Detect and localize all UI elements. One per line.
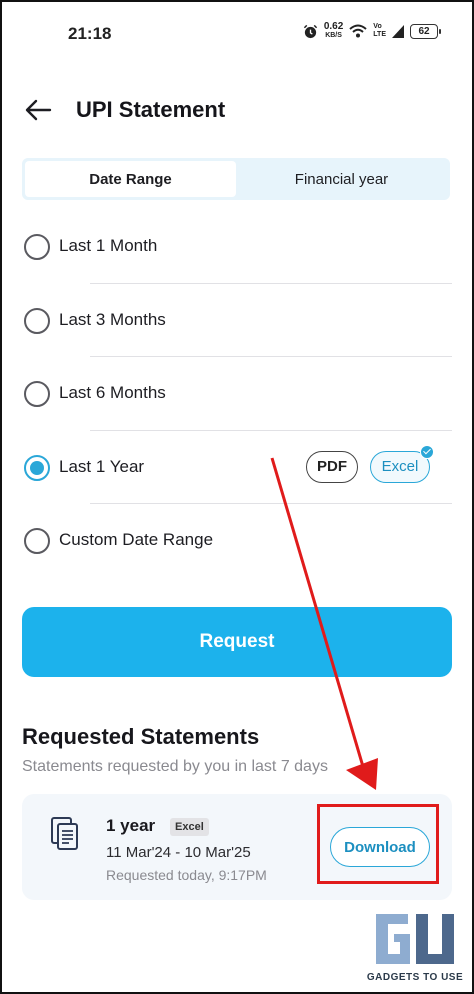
option-custom-date-range[interactable]: Custom Date Range bbox=[0, 504, 474, 578]
status-bar: 21:18 0.62 KB/S Vo LTE 62 bbox=[0, 0, 474, 66]
option-last-6-months[interactable]: Last 6 Months bbox=[0, 357, 474, 431]
tab-financial-year[interactable]: Financial year bbox=[236, 161, 447, 197]
battery-level: 62 bbox=[418, 25, 430, 37]
option-label: Last 1 Year bbox=[59, 456, 145, 476]
radio-button[interactable] bbox=[24, 307, 50, 334]
volte-indicator: Vo LTE bbox=[373, 23, 386, 39]
battery-icon: 62 bbox=[410, 23, 441, 39]
date-range-options: Last 1 Month Last 3 Months Last 6 Months… bbox=[0, 210, 474, 578]
option-last-1-year[interactable]: Last 1 Year PDF Excel bbox=[0, 431, 474, 504]
checkmark-icon bbox=[420, 444, 434, 459]
gadgets-to-use-logo bbox=[376, 914, 454, 964]
signal-icon bbox=[392, 24, 404, 38]
format-pdf-chip[interactable]: PDF bbox=[306, 450, 358, 483]
radio-button[interactable] bbox=[24, 234, 50, 260]
format-badge: Excel bbox=[170, 818, 209, 836]
option-label: Last 1 Month bbox=[59, 236, 158, 255]
section-title: Requested Statements bbox=[22, 724, 260, 749]
status-icons: 0.62 KB/S Vo LTE 62 bbox=[303, 22, 441, 40]
statement-period: 1 year bbox=[106, 816, 156, 835]
app-header: UPI Statement bbox=[0, 88, 474, 134]
page-title: UPI Statement bbox=[76, 97, 226, 122]
network-speed-value: 0.62 bbox=[323, 21, 344, 32]
tab-date-range[interactable]: Date Range bbox=[25, 161, 236, 197]
highlight-box bbox=[317, 804, 439, 884]
request-button[interactable]: Request bbox=[22, 607, 452, 677]
option-label: Custom Date Range bbox=[59, 530, 214, 549]
network-speed: 0.62 KB/S bbox=[324, 22, 343, 40]
wifi-icon bbox=[349, 24, 367, 38]
radio-button[interactable] bbox=[24, 381, 50, 407]
statement-range: 11 Mar'24 - 10 Mar'25 bbox=[106, 844, 251, 861]
section-subtitle: Statements requested by you in last 7 da… bbox=[22, 758, 328, 775]
option-last-1-month[interactable]: Last 1 Month bbox=[0, 210, 474, 284]
option-label: Last 6 Months bbox=[59, 383, 166, 402]
arrow-left-icon[interactable] bbox=[24, 98, 52, 122]
volte-top: Vo bbox=[373, 23, 382, 30]
statement-type-tabs: Date Range Financial year bbox=[22, 158, 450, 200]
option-label: Last 3 Months bbox=[59, 309, 166, 329]
radio-button-selected[interactable] bbox=[24, 454, 50, 481]
radio-button[interactable] bbox=[24, 528, 50, 554]
network-speed-unit: KB/S bbox=[325, 32, 342, 39]
document-stack-icon bbox=[51, 817, 78, 850]
watermark: GADGETS TO USE bbox=[360, 910, 470, 988]
watermark-text: GADGETS TO USE bbox=[366, 972, 464, 983]
requested-time: Requested today, 9:17PM bbox=[106, 867, 267, 883]
volte-bottom: LTE bbox=[373, 31, 386, 38]
alarm-icon bbox=[303, 24, 317, 38]
option-last-3-months[interactable]: Last 3 Months bbox=[0, 284, 474, 357]
status-time: 21:18 bbox=[68, 24, 112, 43]
